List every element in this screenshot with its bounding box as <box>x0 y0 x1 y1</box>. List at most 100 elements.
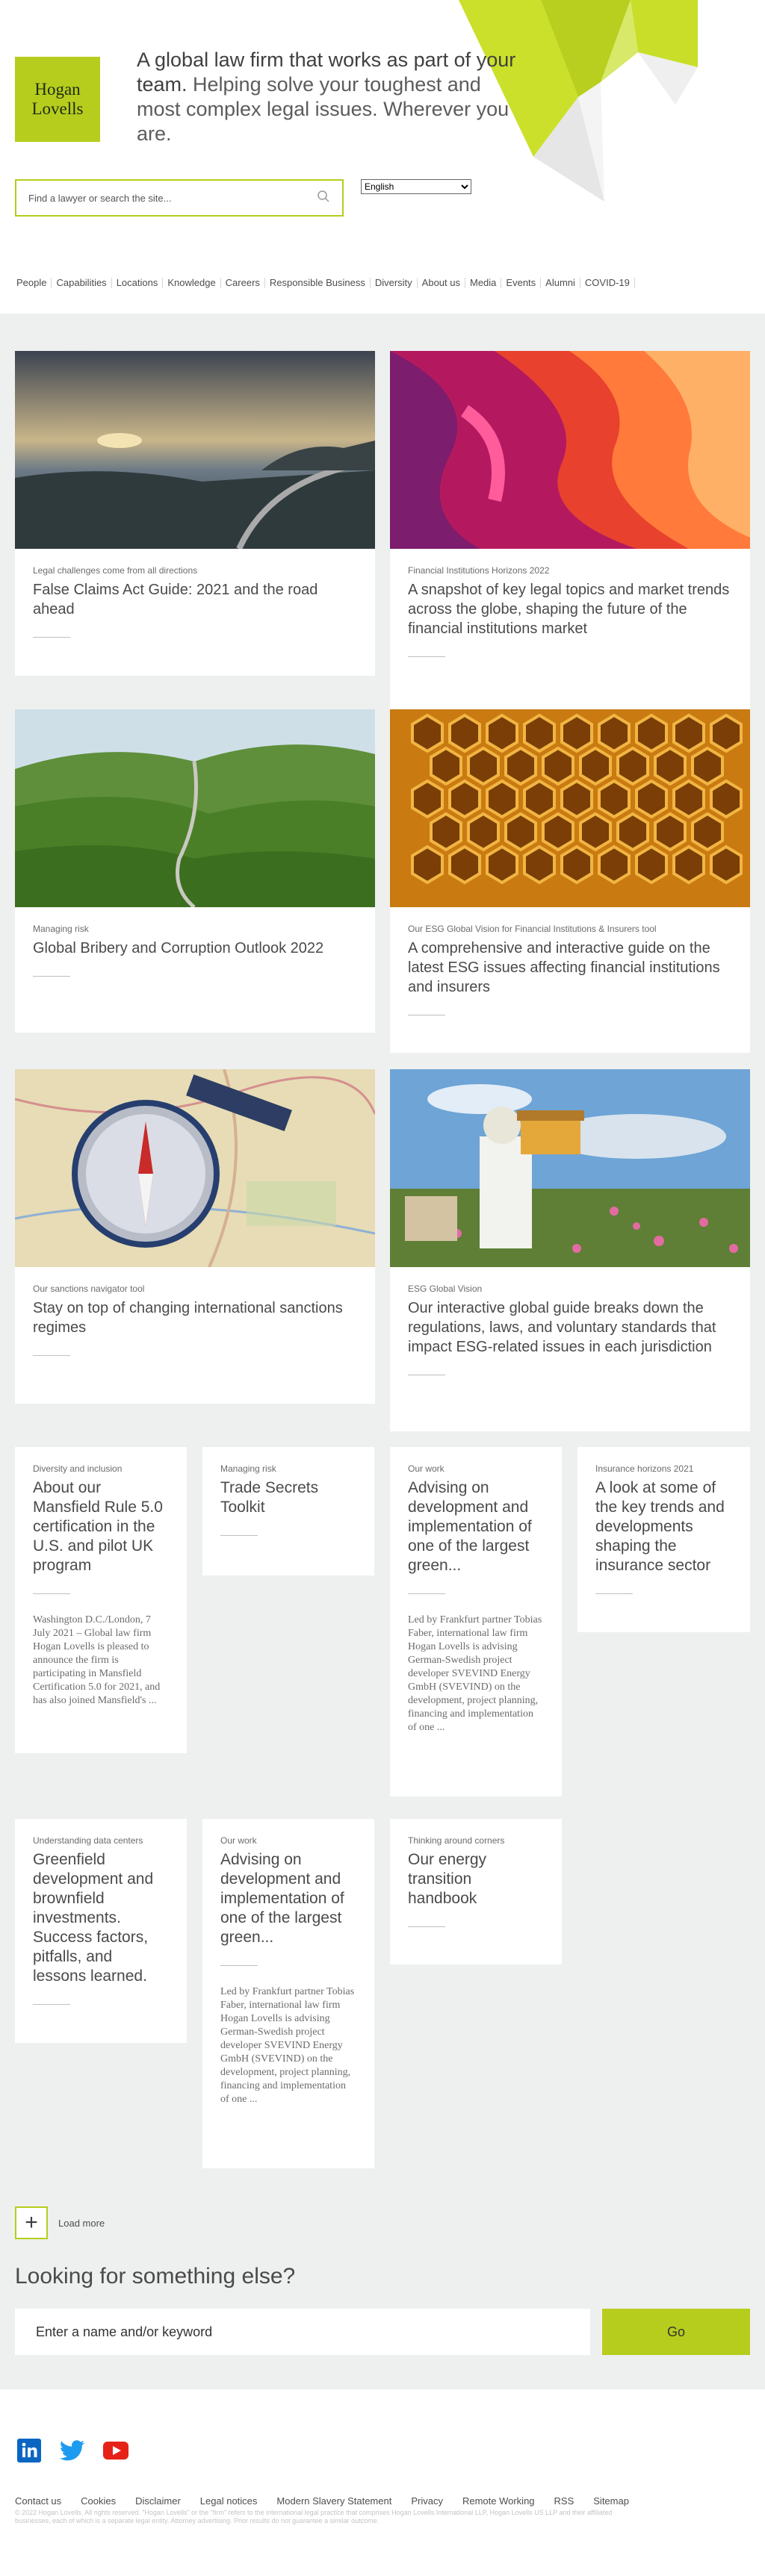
card-title[interactable]: About our Mansfield Rule 5.0 certificati… <box>33 1478 169 1575</box>
nav-item-covid-19[interactable]: COVID-19 <box>580 278 635 288</box>
story-card[interactable]: Our work Advising on development and imp… <box>202 1819 374 2168</box>
story-card[interactable]: Understanding data centers Greenfield de… <box>15 1819 187 2043</box>
plus-icon[interactable]: + <box>15 2206 48 2239</box>
story-card[interactable]: Diversity and inclusion About our Mansfi… <box>15 1447 187 1753</box>
site-search-input[interactable] <box>28 192 317 204</box>
card-title[interactable]: Trade Secrets Toolkit <box>220 1478 356 1517</box>
footer-link-remote-working[interactable]: Remote Working <box>462 2495 535 2507</box>
go-button[interactable]: Go <box>602 2309 750 2355</box>
card-eyebrow: Our ESG Global Vision for Financial Inst… <box>408 924 657 934</box>
story-card[interactable]: Insurance horizons 2021 A look at some o… <box>577 1447 750 1632</box>
story-card[interactable]: Our work Advising on development and imp… <box>390 1447 562 1796</box>
card-divider <box>33 976 70 977</box>
card-divider <box>33 637 70 638</box>
card-divider <box>408 1926 445 1927</box>
card-eyebrow: Managing risk <box>220 1463 276 1474</box>
nav-item-about-us[interactable]: About us <box>418 278 465 288</box>
tagline: A global law firm that works as part of … <box>137 48 525 146</box>
card-image-beekeeper <box>390 1069 750 1267</box>
card-divider <box>33 1355 70 1356</box>
nav-item-media[interactable]: Media <box>465 278 502 288</box>
card-eyebrow: ESG Global Vision <box>408 1284 483 1294</box>
search-icon[interactable] <box>317 190 330 207</box>
card-divider <box>408 1593 445 1594</box>
card-title[interactable]: Our energy transition handbook <box>408 1850 544 1908</box>
youtube-icon[interactable] <box>103 2438 128 2463</box>
card-eyebrow: Thinking around corners <box>408 1835 505 1846</box>
card-title[interactable]: Global Bribery and Corruption Outlook 20… <box>33 939 357 958</box>
footer-link-disclaimer[interactable]: Disclaimer <box>135 2495 181 2507</box>
site-header: Hogan Lovells A global law firm that wor… <box>0 0 765 314</box>
card-excerpt: Led by Frankfurt partner Tobias Faber, i… <box>220 1986 355 2105</box>
story-card[interactable]: Managing risk Trade Secrets Toolkit <box>202 1447 374 1575</box>
nav-item-people[interactable]: People <box>12 278 52 288</box>
card-title[interactable]: Our interactive global guide breaks down… <box>408 1298 732 1357</box>
load-more[interactable]: + Load more <box>15 2206 105 2239</box>
hogan-lovells-logo[interactable]: Hogan Lovells <box>15 57 100 142</box>
card-title[interactable]: A look at some of the key trends and dev… <box>595 1478 732 1575</box>
nav-item-knowledge[interactable]: Knowledge <box>163 278 221 288</box>
nav-item-alumni[interactable]: Alumni <box>541 278 580 288</box>
language-select[interactable]: English <box>361 179 471 194</box>
logo-line-2: Lovells <box>31 99 84 118</box>
site-search <box>15 179 344 217</box>
footer-link-sitemap[interactable]: Sitemap <box>593 2495 629 2507</box>
card-eyebrow: Understanding data centers <box>33 1835 143 1846</box>
nav-item-capabilities[interactable]: Capabilities <box>52 278 112 288</box>
main-nav: People Capabilities Locations Knowledge … <box>12 278 635 288</box>
card-title[interactable]: Advising on development and implementati… <box>408 1478 544 1575</box>
content-area: Legal challenges come from all direction… <box>0 314 765 2389</box>
card-image-compass-map <box>15 1069 375 1267</box>
search-more-heading: Looking for something else? <box>15 2264 296 2289</box>
footer-link-contact-us[interactable]: Contact us <box>15 2495 61 2507</box>
social-links <box>16 2438 128 2463</box>
card-eyebrow: Insurance horizons 2021 <box>595 1463 694 1474</box>
card-eyebrow: Legal challenges come from all direction… <box>33 565 198 576</box>
card-title[interactable]: False Claims Act Guide: 2021 and the roa… <box>33 580 357 619</box>
story-card[interactable]: Thinking around corners Our energy trans… <box>390 1819 562 1964</box>
card-excerpt: Led by Frankfurt partner Tobias Faber, i… <box>408 1614 542 1733</box>
card-eyebrow: Diversity and inclusion <box>33 1463 123 1474</box>
feature-card[interactable]: Financial Institutions Horizons 2022 A s… <box>390 351 750 709</box>
card-divider <box>33 2004 70 2005</box>
load-more-label[interactable]: Load more <box>58 2218 105 2229</box>
nav-item-events[interactable]: Events <box>501 278 542 288</box>
feature-card[interactable]: Our sanctions navigator tool Stay on top… <box>15 1069 375 1404</box>
page: Hogan Lovells A global law firm that wor… <box>0 0 765 2576</box>
feature-card[interactable]: Legal challenges come from all direction… <box>15 351 375 676</box>
card-divider <box>408 656 445 657</box>
footer-link-cookies[interactable]: Cookies <box>81 2495 116 2507</box>
linkedin-icon[interactable] <box>16 2438 42 2463</box>
nav-item-careers[interactable]: Careers <box>221 278 265 288</box>
footer-link-legal-notices[interactable]: Legal notices <box>200 2495 258 2507</box>
card-eyebrow: Our work <box>220 1835 257 1846</box>
feature-card[interactable]: Our ESG Global Vision for Financial Inst… <box>390 709 750 1053</box>
card-excerpt: Washington D.C./London, 7 July 2021 – Gl… <box>33 1614 161 1706</box>
card-title[interactable]: A snapshot of key legal topics and marke… <box>408 580 732 638</box>
card-eyebrow: Managing risk <box>33 924 89 934</box>
card-divider <box>220 1965 258 1966</box>
keyword-search-input[interactable] <box>15 2309 590 2355</box>
nav-item-responsible-business[interactable]: Responsible Business <box>265 278 371 288</box>
tagline-rest: Helping solve your toughest and most com… <box>137 73 510 145</box>
card-eyebrow: Financial Institutions Horizons 2022 <box>408 565 550 576</box>
card-divider <box>220 1535 258 1536</box>
card-divider <box>33 1593 70 1594</box>
card-eyebrow: Our sanctions navigator tool <box>33 1284 145 1294</box>
footer-link-privacy[interactable]: Privacy <box>411 2495 443 2507</box>
nav-item-diversity[interactable]: Diversity <box>371 278 418 288</box>
feature-card[interactable]: Managing risk Global Bribery and Corrupt… <box>15 709 375 1033</box>
card-title[interactable]: Greenfield development and brownfield in… <box>33 1850 169 1986</box>
card-title[interactable]: Advising on development and implementati… <box>220 1850 356 1947</box>
twitter-icon[interactable] <box>60 2438 85 2463</box>
card-image-sunset-road <box>15 351 375 549</box>
nav-item-locations[interactable]: Locations <box>112 278 164 288</box>
footer-link-modern-slavery[interactable]: Modern Slavery Statement <box>276 2495 391 2507</box>
card-image-honeycomb <box>390 709 750 907</box>
card-title[interactable]: A comprehensive and interactive guide on… <box>408 939 732 997</box>
card-divider <box>595 1593 633 1594</box>
card-title[interactable]: Stay on top of changing international sa… <box>33 1298 357 1337</box>
site-footer: Contact us Cookies Disclaimer Legal noti… <box>0 2389 765 2576</box>
footer-link-rss[interactable]: RSS <box>554 2495 574 2507</box>
feature-card[interactable]: ESG Global Vision Our interactive global… <box>390 1069 750 1431</box>
